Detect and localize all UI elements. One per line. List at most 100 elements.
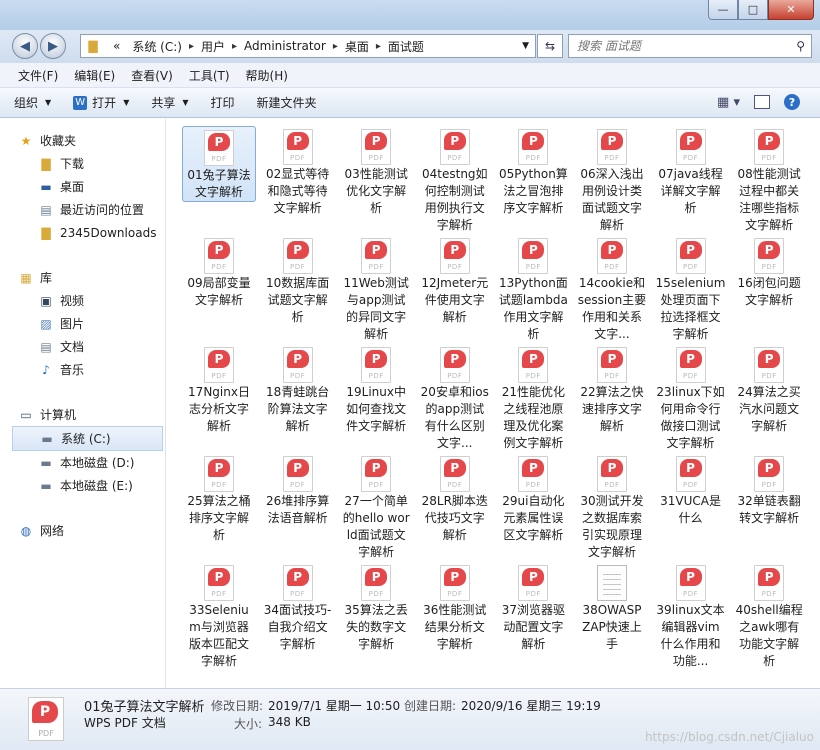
breadcrumb-chevron-icon[interactable]: ▸ [375, 41, 382, 52]
breadcrumb-chevron-icon[interactable]: ▸ [231, 41, 238, 52]
search-icon[interactable]: ⚲ [796, 39, 805, 53]
file-item[interactable]: P PDF 01兔子算法文字解析 [182, 126, 256, 202]
nav-pictures[interactable]: ▨ 图片 [10, 312, 165, 335]
file-item[interactable]: P PDF 07java线程详解文字解析 [654, 126, 728, 235]
pdf-file-icon: P PDF [754, 456, 785, 492]
file-item[interactable]: P PDF 08性能测试过程中都关注哪些指标文字解析 [732, 126, 806, 235]
breadcrumb-desktop[interactable]: 桌面 [339, 38, 375, 55]
menu-help[interactable]: 帮助(H) [246, 67, 288, 84]
nav-2345downloads[interactable]: ▇ 2345Downloads [10, 221, 165, 244]
breadcrumb-system-c[interactable]: 系统 (C:) [126, 38, 188, 55]
back-button[interactable]: ◀ [12, 33, 38, 59]
file-item[interactable]: 38OWASP ZAP快速上手 [575, 562, 649, 671]
close-button[interactable]: ✕ [768, 0, 814, 20]
file-item[interactable]: P PDF 29ui自动化元素属性误区文字解析 [496, 453, 570, 562]
file-item[interactable]: P PDF 39linux文本编辑器vim什么作用和功能... [654, 562, 728, 671]
file-item[interactable]: P PDF 15selenium处理页面下拉选择框文字解析 [654, 235, 728, 344]
new-folder-button[interactable]: 新建文件夹 [257, 94, 317, 111]
file-item[interactable]: P PDF 27一个简单的hello world面试题文字解析 [339, 453, 413, 562]
file-item[interactable]: P PDF 33Selenium与浏览器版本匹配文字解析 [182, 562, 256, 671]
file-item[interactable]: P PDF 16闭包问题文字解析 [732, 235, 806, 344]
nav-network[interactable]: ◍ 网络 [10, 519, 165, 542]
file-item[interactable]: P PDF 02显式等待和隐式等待文字解析 [261, 126, 335, 235]
breadcrumb-interview[interactable]: 面试题 [382, 38, 430, 55]
drive-icon: ▬ [40, 455, 52, 470]
menu-tools[interactable]: 工具(T) [189, 67, 230, 84]
address-bar[interactable]: ▇ « 系统 (C:) ▸ 用户 ▸ Administrator ▸ 桌面 ▸ 面试题 … [80, 34, 536, 58]
search-input[interactable] [569, 38, 797, 54]
pdf-file-icon: P PDF [439, 456, 470, 492]
file-item[interactable]: P PDF 04testng如何控制测试用例执行文字解析 [418, 126, 492, 235]
pdf-file-icon: P PDF [204, 347, 234, 383]
file-item[interactable]: P PDF 35算法之丢失的数字文字解析 [339, 562, 413, 671]
menu-edit[interactable]: 编辑(E) [74, 67, 115, 84]
help-icon[interactable]: ? [784, 94, 800, 110]
file-item[interactable]: P PDF 11Web测试与app测试的异同文字解析 [339, 235, 413, 344]
file-item[interactable]: P PDF 24算法之买汽水问题文字解析 [732, 344, 806, 453]
search-box[interactable]: ⚲ [568, 34, 812, 58]
file-item[interactable]: P PDF 26堆排序算法语音解析 [261, 453, 335, 562]
preview-pane-icon[interactable] [754, 95, 770, 109]
file-item[interactable]: P PDF 28LR脚本迭代技巧文字解析 [418, 453, 492, 562]
nav-drive-e[interactable]: ▬ 本地磁盘 (E:) [10, 474, 165, 497]
address-dropdown-icon[interactable]: ▼ [522, 41, 529, 51]
file-item[interactable]: P PDF 10数据库面试题文字解析 [261, 235, 335, 344]
file-name-label: 12Jmeter元件使用文字解析 [421, 276, 489, 324]
file-item[interactable]: P PDF 21性能优化之线程池原理及优化案例文字解析 [496, 344, 570, 453]
nav-library[interactable]: ▦ 库 [10, 266, 165, 289]
nav-label: 系统 (C:) [61, 432, 111, 446]
file-item[interactable]: P PDF 18青蛙跳台阶算法文字解析 [261, 344, 335, 453]
nav-documents[interactable]: ▤ 文档 [10, 335, 165, 358]
file-item[interactable]: P PDF 36性能测试结果分析文字解析 [418, 562, 492, 671]
breadcrumb-chevron-icon[interactable]: ▸ [332, 41, 339, 52]
share-button[interactable]: 共享 ▼ [151, 94, 188, 111]
open-button[interactable]: W 打开 ▼ [73, 94, 129, 111]
file-item[interactable]: P PDF 34面试技巧-自我介绍文字解析 [261, 562, 335, 671]
file-item[interactable]: P PDF 37浏览器驱动配置文字解析 [496, 562, 570, 671]
print-button[interactable]: 打印 [211, 94, 235, 111]
nav-downloads[interactable]: ▇ 下载 [10, 152, 165, 175]
file-item[interactable]: P PDF 05Python算法之冒泡排序文字解析 [496, 126, 570, 235]
computer-group: ▭ 计算机 ▬ 系统 (C:) ▬ 本地磁盘 (D:) ▬ 本地磁盘 (E:) [10, 403, 165, 497]
network-icon: ◍ [20, 523, 32, 538]
file-item[interactable]: P PDF 19Linux中如何查找文件文字解析 [339, 344, 413, 453]
file-item[interactable]: P PDF 06深入浅出用例设计类面试题文字解析 [575, 126, 649, 235]
nav-label: 音乐 [60, 363, 85, 377]
file-item[interactable]: P PDF 14cookie和session主要作用和关系文字... [575, 235, 649, 344]
file-item[interactable]: P PDF 03性能测试优化文字解析 [339, 126, 413, 235]
nav-system-c[interactable]: ▬ 系统 (C:) [12, 426, 163, 451]
breadcrumb-overflow[interactable]: « [107, 39, 126, 53]
file-item[interactable]: P PDF 17Nginx日志分析文字解析 [182, 344, 256, 453]
nav-videos[interactable]: ▣ 视频 [10, 289, 165, 312]
forward-button[interactable]: ▶ [40, 33, 66, 59]
breadcrumb-users[interactable]: 用户 [195, 38, 231, 55]
organize-button[interactable]: 组织 ▼ [14, 94, 51, 111]
file-item[interactable]: P PDF 12Jmeter元件使用文字解析 [418, 235, 492, 344]
file-item[interactable]: P PDF 32单链表翻转文字解析 [732, 453, 806, 562]
maximize-button[interactable]: □ [738, 0, 768, 20]
nav-drive-d[interactable]: ▬ 本地磁盘 (D:) [10, 451, 165, 474]
file-item[interactable]: P PDF 22算法之快速排序文字解析 [575, 344, 649, 453]
file-item[interactable]: P PDF 30测试开发之数据库索引实现原理文字解析 [575, 453, 649, 562]
breadcrumb-chevron-icon[interactable]: ▸ [188, 41, 195, 52]
file-item[interactable]: P PDF 13Python面试题lambda作用文字解析 [496, 235, 570, 344]
pdf-file-icon: P PDF [282, 565, 313, 601]
nav-computer[interactable]: ▭ 计算机 [10, 403, 165, 426]
file-item[interactable]: P PDF 40shell编程之awk哪有功能文字解析 [732, 562, 806, 671]
file-item[interactable]: P PDF 20安卓和ios的app测试有什么区别文字... [418, 344, 492, 453]
nav-favorites[interactable]: ★ 收藏夹 [10, 129, 165, 152]
refresh-button[interactable]: ⇆ [537, 34, 563, 58]
view-options-icon[interactable]: ▦ ▾ [717, 95, 740, 110]
nav-desktop[interactable]: ▬ 桌面 [10, 175, 165, 198]
menu-view[interactable]: 查看(V) [131, 67, 173, 84]
file-item[interactable]: P PDF 31VUCA是什么 [654, 453, 728, 562]
file-item[interactable]: P PDF 23linux下如何用命令行做接口测试文字解析 [654, 344, 728, 453]
nav-recent-places[interactable]: ▤ 最近访问的位置 [10, 198, 165, 221]
file-item[interactable]: P PDF 09局部变量文字解析 [182, 235, 256, 344]
minimize-button[interactable]: — [708, 0, 738, 20]
breadcrumb-administrator[interactable]: Administrator [238, 39, 332, 53]
pdf-file-icon: P PDF [675, 347, 706, 383]
nav-music[interactable]: ♪ 音乐 [10, 358, 165, 381]
file-item[interactable]: P PDF 25算法之桶排序文字解析 [182, 453, 256, 562]
menu-file[interactable]: 文件(F) [18, 67, 58, 84]
